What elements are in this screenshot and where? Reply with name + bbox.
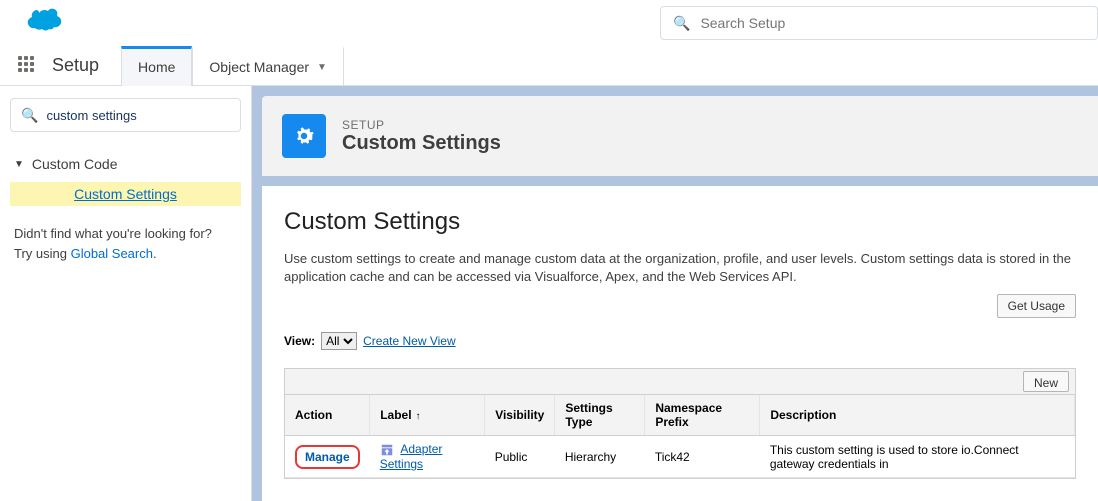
search-icon: 🔍 bbox=[21, 107, 38, 124]
col-label[interactable]: Label↑ bbox=[370, 395, 485, 436]
manage-link[interactable]: Manage bbox=[295, 445, 360, 469]
tab-object-manager-label: Object Manager bbox=[209, 59, 309, 75]
col-visibility[interactable]: Visibility bbox=[485, 395, 555, 436]
sort-asc-icon: ↑ bbox=[416, 411, 421, 422]
page-eyebrow: SETUP bbox=[342, 118, 501, 132]
page-title: Custom Settings bbox=[342, 132, 501, 155]
global-search-input[interactable] bbox=[700, 15, 1085, 31]
sidebar-group-custom-code[interactable]: ▼ Custom Code bbox=[10, 150, 241, 178]
chevron-down-icon: ▼ bbox=[317, 62, 327, 73]
salesforce-logo bbox=[20, 7, 66, 39]
col-settings-type[interactable]: Settings Type bbox=[555, 395, 645, 436]
chevron-down-icon: ▼ bbox=[14, 159, 24, 170]
sidebar-group-label: Custom Code bbox=[32, 156, 118, 172]
sidebar-footer-line1: Didn't find what you're looking for? bbox=[14, 224, 237, 244]
cell-settings-type: Hierarchy bbox=[555, 436, 645, 478]
cell-visibility: Public bbox=[485, 436, 555, 478]
global-search[interactable]: 🔍 bbox=[660, 6, 1098, 40]
col-action: Action bbox=[285, 395, 370, 436]
cell-description: This custom setting is used to store io.… bbox=[760, 436, 1075, 478]
app-name: Setup bbox=[52, 55, 99, 76]
content-heading: Custom Settings bbox=[284, 208, 1076, 236]
global-search-link[interactable]: Global Search bbox=[71, 246, 153, 261]
tab-home[interactable]: Home bbox=[121, 46, 192, 86]
gear-icon bbox=[282, 114, 326, 158]
cell-namespace: Tick42 bbox=[645, 436, 760, 478]
sidebar-item-custom-settings[interactable]: Custom Settings bbox=[10, 182, 241, 206]
get-usage-button[interactable]: Get Usage bbox=[997, 294, 1076, 318]
col-description[interactable]: Description bbox=[760, 395, 1075, 436]
view-label: View: bbox=[284, 334, 315, 348]
tab-object-manager[interactable]: Object Manager ▼ bbox=[192, 46, 344, 86]
table-row: Manage Adapter Settings Public Hierarchy… bbox=[285, 436, 1075, 478]
new-button[interactable]: New bbox=[1023, 371, 1069, 392]
custom-settings-table: Action Label↑ Visibility Settings Type N… bbox=[285, 395, 1075, 478]
package-icon bbox=[380, 443, 394, 457]
view-select[interactable]: All bbox=[321, 332, 357, 350]
quick-find-input[interactable] bbox=[46, 108, 230, 123]
create-new-view-link[interactable]: Create New View bbox=[363, 334, 455, 348]
col-namespace[interactable]: Namespace Prefix bbox=[645, 395, 760, 436]
quick-find[interactable]: 🔍 bbox=[10, 98, 241, 132]
content-description: Use custom settings to create and manage… bbox=[284, 250, 1076, 286]
search-icon: 🔍 bbox=[673, 15, 690, 32]
sidebar-footer-line2: Try using Global Search. bbox=[14, 244, 237, 264]
page-header: SETUP Custom Settings bbox=[262, 96, 1098, 176]
app-launcher-icon[interactable] bbox=[18, 56, 38, 76]
